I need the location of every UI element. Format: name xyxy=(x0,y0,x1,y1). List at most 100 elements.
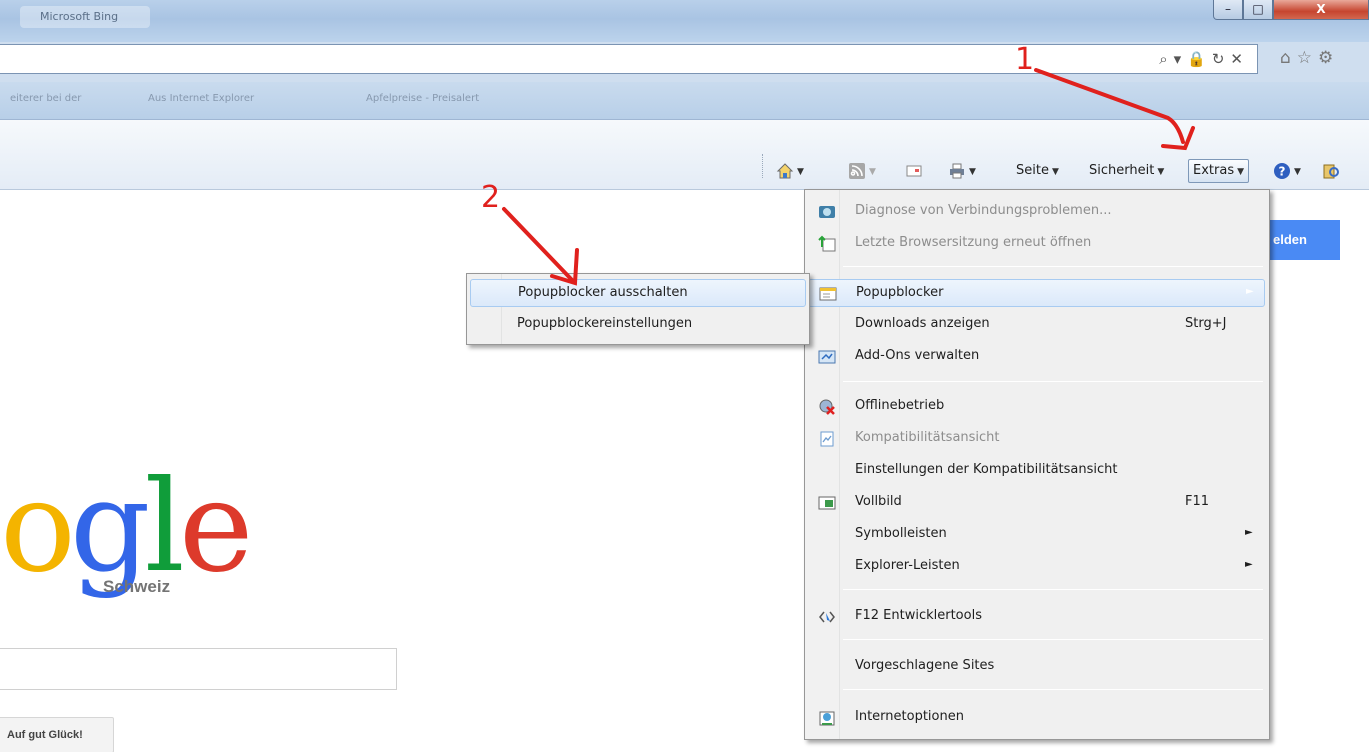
devtools-icon xyxy=(819,611,835,623)
google-region-label: Schweiz xyxy=(103,577,171,596)
menu-separator xyxy=(843,639,1263,640)
window-title-text: Microsoft Bing xyxy=(40,10,119,23)
popupblocker-submenu: Popupblocker ausschalten Popupblockerein… xyxy=(466,273,810,345)
menu-separator xyxy=(843,266,1263,267)
internet-options-icon xyxy=(819,711,835,726)
chevron-down-icon: ▼ xyxy=(1294,167,1301,177)
window-title: Microsoft Bing xyxy=(20,6,150,28)
submenu-arrow-icon: ► xyxy=(1246,286,1254,297)
menu-item-explorer-bars[interactable]: Explorer-Leisten ► xyxy=(808,553,1265,581)
menu-separator xyxy=(843,689,1263,690)
offline-icon xyxy=(819,399,835,415)
menu-item-popupblocker[interactable]: Popupblocker ► xyxy=(808,279,1265,307)
menu-item-internet-options[interactable]: Internetoptionen xyxy=(808,704,1265,732)
chevron-down-icon: ▼ xyxy=(969,167,976,177)
chevron-down-icon: ▼ xyxy=(1157,167,1165,177)
lucky-button[interactable]: Auf gut Glück! xyxy=(0,717,114,752)
chevron-down-icon: ▼ xyxy=(1237,167,1245,177)
menu-item-downloads[interactable]: Downloads anzeigen Strg+J xyxy=(808,311,1265,339)
annotation-arrow-2 xyxy=(502,207,579,286)
research-button[interactable] xyxy=(1322,160,1340,182)
tools-dropdown-menu: Diagnose von Verbindungsproblemen... Let… xyxy=(804,189,1270,740)
menu-item-label: Offlinebetrieb xyxy=(855,398,945,413)
command-bar-separator xyxy=(762,154,763,178)
reopen-session-icon xyxy=(818,235,836,252)
menu-item-compat-view[interactable]: Kompatibilitätsansicht xyxy=(808,425,1265,453)
menu-item-label: Add-Ons verwalten xyxy=(855,348,980,363)
menu-item-toolbars[interactable]: Symbolleisten ► xyxy=(808,521,1265,549)
compat-view-icon xyxy=(820,431,834,447)
home-icon xyxy=(776,162,794,178)
minimize-button[interactable]: – xyxy=(1213,0,1243,20)
help-button[interactable]: ? ▼ xyxy=(1273,160,1301,182)
menu-item-compat-settings[interactable]: Einstellungen der Kompatibilitätsansicht xyxy=(808,457,1265,485)
menu-item-label: Letzte Browsersitzung erneut öffnen xyxy=(855,235,1092,250)
google-search-input[interactable] xyxy=(0,648,397,690)
print-button[interactable]: ▼ xyxy=(948,160,976,182)
safety-menu-button[interactable]: Sicherheit ▼ xyxy=(1089,160,1164,182)
menu-item-label: F12 Entwicklertools xyxy=(855,608,982,623)
help-icon: ? xyxy=(1274,162,1290,179)
home-button[interactable]: ▼ xyxy=(776,160,804,182)
chevron-down-icon: ▼ xyxy=(797,167,804,177)
annotation-step-2: 2 xyxy=(481,180,501,215)
read-mail-button[interactable] xyxy=(905,160,923,182)
menu-item-label: Internetoptionen xyxy=(855,709,964,724)
menu-item-disable-popupblocker[interactable]: Popupblocker ausschalten xyxy=(470,279,806,307)
menu-item-fullscreen[interactable]: Vollbild F11 xyxy=(808,489,1265,517)
menu-item-addons[interactable]: Add-Ons verwalten xyxy=(808,343,1265,371)
menu-item-label: Kompatibilitätsansicht xyxy=(855,430,1000,445)
popupblocker-icon xyxy=(819,287,837,301)
printer-icon xyxy=(950,163,964,178)
menu-item-label: Popupblocker ausschalten xyxy=(518,285,688,300)
tools-menu-label: Extras xyxy=(1193,163,1235,178)
submenu-arrow-icon: ► xyxy=(1245,527,1253,538)
favorite-item[interactable]: eiterer bei der xyxy=(10,93,81,104)
menu-item-popupblocker-settings[interactable]: Popupblockereinstellungen xyxy=(470,311,806,339)
favorites-bar: eiterer bei der Aus Internet Explorer Ap… xyxy=(0,82,1369,120)
favorite-item[interactable]: Aus Internet Explorer xyxy=(148,93,254,104)
menu-item-shortcut: F11 xyxy=(1185,494,1210,509)
menu-item-label: Explorer-Leisten xyxy=(855,558,960,573)
menu-item-shortcut: Strg+J xyxy=(1185,316,1227,331)
research-icon xyxy=(1323,164,1339,178)
menu-item-label: Diagnose von Verbindungsproblemen... xyxy=(855,203,1112,218)
menu-item-label: Downloads anzeigen xyxy=(855,316,990,331)
menu-item-label: Vorgeschlagene Sites xyxy=(855,658,995,673)
chevron-down-icon: ▼ xyxy=(1051,167,1059,177)
svg-text:?: ? xyxy=(1279,164,1286,178)
network-diagnose-icon xyxy=(819,206,835,218)
address-bar-icons[interactable]: ⌕▾🔒↻✕ xyxy=(1159,50,1249,68)
menu-separator xyxy=(843,589,1263,590)
close-button[interactable]: X xyxy=(1273,0,1369,20)
fullscreen-icon xyxy=(818,496,836,510)
menu-item-label: Popupblocker xyxy=(856,285,944,300)
feeds-button[interactable]: ▼ xyxy=(848,160,876,182)
command-bar: ▼ ▼ ▼ Seite ▼ Sicherheit ▼ Extras ▼ ? ▼ xyxy=(0,120,1369,190)
menu-item-label: Popupblockereinstellungen xyxy=(517,316,693,331)
menu-item-label: Symbolleisten xyxy=(855,526,947,541)
menu-separator xyxy=(843,381,1263,382)
safety-menu-label: Sicherheit xyxy=(1089,163,1155,178)
menu-item-diagnose[interactable]: Diagnose von Verbindungsproblemen... xyxy=(808,198,1265,226)
home-favorites-tools-icons[interactable]: ⌂☆⚙ xyxy=(1280,48,1339,68)
page-menu-button[interactable]: Seite ▼ xyxy=(1016,160,1059,182)
menu-item-suggested-sites[interactable]: Vorgeschlagene Sites xyxy=(808,653,1265,681)
favorite-item[interactable]: Apfelpreise - Preisalert xyxy=(366,93,479,104)
addons-icon xyxy=(818,350,836,364)
submenu-arrow-icon: ► xyxy=(1245,559,1253,570)
annotation-step-1: 1 xyxy=(1015,42,1035,77)
address-bar-row: ⌕▾🔒↻✕ ⌂☆⚙ xyxy=(0,42,1369,82)
window-title-bar: Microsoft Bing – □ X xyxy=(0,0,1369,42)
menu-item-devtools[interactable]: F12 Entwicklertools xyxy=(808,603,1265,631)
maximize-button[interactable]: □ xyxy=(1243,0,1273,20)
mail-icon xyxy=(906,165,922,176)
rss-feed-icon xyxy=(849,162,865,179)
page-menu-label: Seite xyxy=(1016,163,1049,178)
tools-menu-button[interactable]: Extras ▼ xyxy=(1188,159,1250,183)
menu-item-reopen-session[interactable]: Letzte Browsersitzung erneut öffnen xyxy=(808,230,1265,258)
address-input[interactable]: ⌕▾🔒↻✕ xyxy=(0,44,1258,74)
chevron-down-icon: ▼ xyxy=(869,167,876,177)
menu-item-label: Vollbild xyxy=(855,494,902,509)
menu-item-offline[interactable]: Offlinebetrieb xyxy=(808,393,1265,421)
